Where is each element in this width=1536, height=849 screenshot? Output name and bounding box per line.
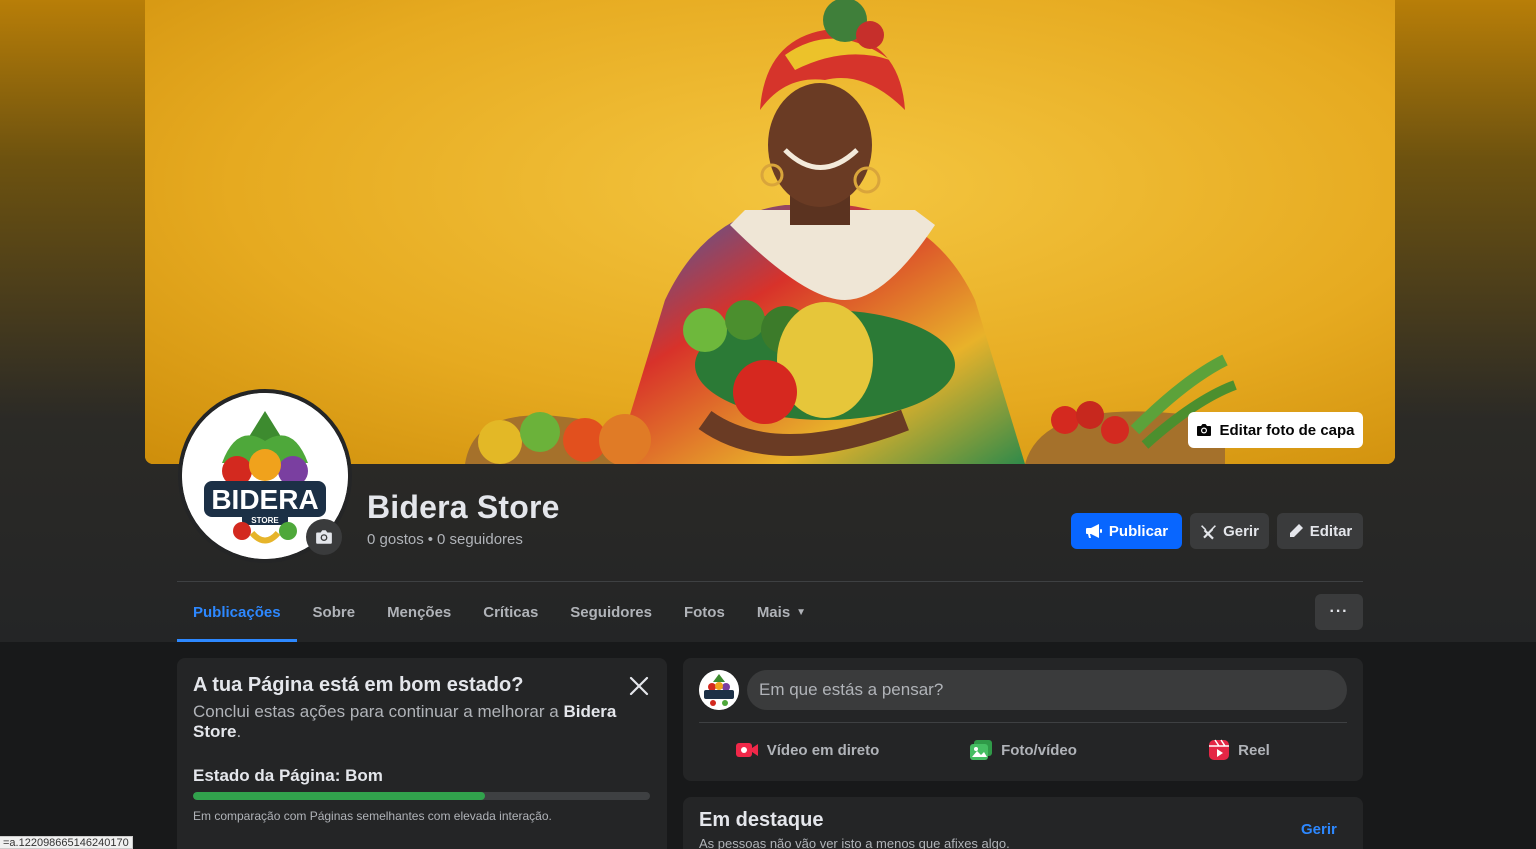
tab-label: Seguidores — [570, 603, 652, 621]
tab-label: Críticas — [483, 603, 539, 621]
reel-icon — [1209, 739, 1230, 760]
caret-down-icon: ▼ — [796, 606, 807, 618]
tab-publicacoes[interactable]: Publicações — [177, 582, 297, 642]
avatar[interactable] — [699, 670, 739, 710]
tab-label: Fotos — [683, 603, 725, 621]
followers-count[interactable]: 0 seguidores — [437, 531, 523, 548]
edit-button[interactable]: Editar — [1277, 513, 1363, 549]
cover-photo[interactable] — [145, 0, 1395, 464]
megaphone-icon — [1085, 524, 1102, 538]
live-video-label: Vídeo em direto — [766, 741, 880, 759]
tab-label: Mais — [756, 603, 791, 621]
manage-button[interactable]: Gerir — [1190, 513, 1269, 549]
tab-label: Sobre — [312, 603, 356, 621]
tab-mais[interactable]: Mais ▼ — [741, 582, 822, 642]
health-title: A tua Página está em bom estado? — [193, 674, 524, 696]
whats-on-your-mind-input[interactable] — [747, 670, 1347, 710]
pencil-icon — [1289, 524, 1303, 537]
edit-cover-photo-button[interactable]: Editar foto de capa — [1188, 412, 1363, 448]
tab-seguidores[interactable]: Seguidores — [554, 582, 668, 642]
health-description: Conclui estas ações para continuar a mel… — [193, 702, 633, 742]
health-progress-bar — [193, 792, 650, 800]
publish-label: Publicar — [1108, 522, 1169, 540]
camera-icon — [1197, 424, 1212, 436]
live-video-button[interactable]: Vídeo em direto — [699, 730, 915, 770]
featured-manage-link[interactable]: Gerir — [1301, 821, 1337, 838]
tab-mencoes[interactable]: Menções — [371, 582, 467, 642]
tab-label: Menções — [387, 603, 452, 621]
reel-button[interactable]: Reel — [1131, 730, 1347, 770]
health-desc-suffix: . — [236, 722, 242, 741]
close-icon[interactable] — [625, 672, 653, 700]
stats-separator: • — [427, 531, 433, 548]
more-options-button[interactable]: ··· — [1315, 594, 1363, 630]
tab-criticas[interactable]: Críticas — [467, 582, 554, 642]
post-composer: Vídeo em direto Foto/vídeo Reel — [683, 658, 1363, 781]
photo-video-button[interactable]: Foto/vídeo — [915, 730, 1131, 770]
photo-video-label: Foto/vídeo — [1001, 741, 1077, 759]
health-comparison: Em comparação com Páginas semelhantes co… — [193, 809, 552, 823]
status-bar-url: =a.122098665146240170 — [0, 836, 133, 849]
health-progress-fill — [193, 792, 486, 800]
page-health-card: A tua Página está em bom estado? Conclui… — [177, 658, 667, 849]
tab-sobre[interactable]: Sobre — [297, 582, 372, 642]
page-logo-icon — [699, 670, 739, 710]
edit-cover-photo-label: Editar foto de capa — [1219, 421, 1355, 439]
edit-label: Editar — [1309, 522, 1353, 540]
page-tabs: Publicações Sobre Menções Críticas Segui… — [177, 582, 822, 642]
camera-icon — [316, 530, 332, 544]
page-title: Bidera Store — [367, 489, 560, 525]
tab-fotos[interactable]: Fotos — [668, 582, 741, 642]
photo-video-icon — [970, 740, 993, 760]
page-stats: 0 gostos • 0 seguidores — [367, 531, 523, 548]
manage-label: Gerir — [1223, 522, 1259, 540]
featured-title: Em destaque — [699, 809, 824, 831]
featured-card: Em destaque As pessoas não vão ver isto … — [683, 797, 1363, 849]
composer-divider — [699, 722, 1347, 723]
reel-label: Reel — [1238, 741, 1270, 759]
change-profile-picture-button[interactable] — [306, 519, 342, 555]
tools-icon — [1201, 524, 1216, 539]
logo-text: BIDERA — [211, 484, 318, 515]
health-desc-prefix: Conclui estas ações para continuar a mel… — [193, 702, 564, 721]
tab-label: Publicações — [193, 603, 281, 621]
publish-button[interactable]: Publicar — [1071, 513, 1182, 549]
featured-subtitle: As pessoas não vão ver isto a menos que … — [699, 836, 1010, 849]
cover-illustration — [145, 0, 1395, 464]
composer-actions: Vídeo em direto Foto/vídeo Reel — [699, 730, 1347, 770]
health-status: Estado da Página: Bom — [193, 766, 383, 785]
live-video-icon — [735, 743, 758, 757]
likes-count[interactable]: 0 gostos — [367, 531, 424, 548]
logo-subtext: STORE — [251, 516, 279, 525]
